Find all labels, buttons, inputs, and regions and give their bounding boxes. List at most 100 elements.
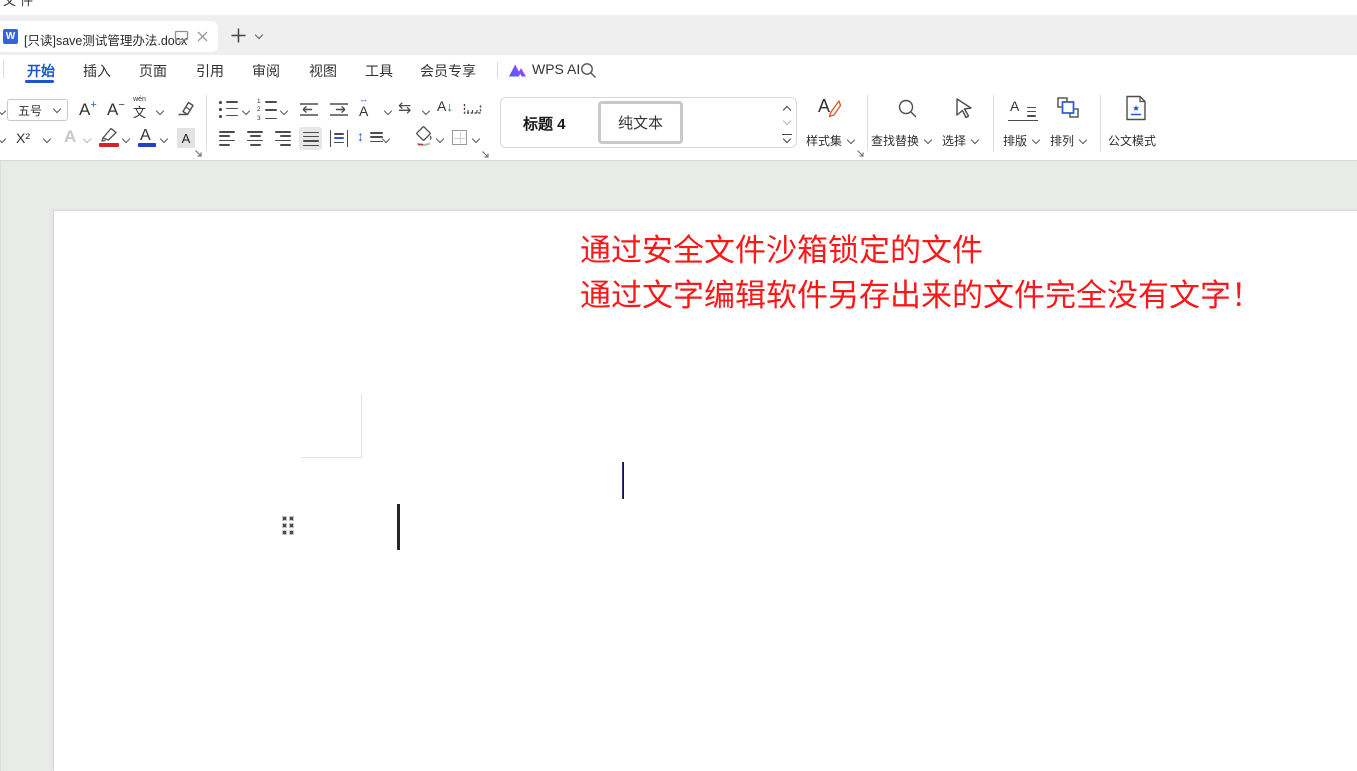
font-size-chevron-icon bbox=[53, 104, 61, 112]
menu-item-view[interactable]: 视图 bbox=[309, 61, 337, 81]
line-spacing-chevron-icon[interactable] bbox=[382, 135, 390, 143]
decrease-indent-icon[interactable] bbox=[299, 102, 319, 117]
menu-item-home[interactable]: 开始 bbox=[27, 61, 55, 81]
new-tab-icon[interactable] bbox=[231, 28, 246, 43]
paragraph-dialog-launcher-icon[interactable] bbox=[481, 150, 490, 159]
document-red-text: 通过安全文件沙箱锁定的文件 通过文字编辑软件另存出来的文件完全没有文字！ bbox=[580, 228, 1262, 318]
pinyin-guide-button[interactable]: wén 文 bbox=[133, 96, 146, 121]
style-plain-text-label: 纯文本 bbox=[618, 112, 663, 133]
line-spacing-button[interactable]: ↕ bbox=[357, 128, 364, 146]
bullet-list-button[interactable] bbox=[219, 101, 238, 118]
layout-icon[interactable]: A bbox=[1008, 98, 1038, 121]
grow-font-a: A bbox=[79, 100, 90, 119]
align-right-button[interactable] bbox=[275, 131, 291, 146]
table-corner-mark bbox=[301, 394, 362, 458]
highlight-color-bar bbox=[99, 143, 119, 147]
numbered-list-button[interactable]: 1 2 3 bbox=[257, 98, 277, 123]
superscript-button[interactable]: X² bbox=[16, 130, 30, 146]
decrease-font-button[interactable]: A− bbox=[107, 99, 125, 120]
font-dialog-launcher-icon[interactable] bbox=[194, 149, 203, 158]
gallery-scroll-down-icon[interactable] bbox=[783, 117, 791, 125]
highlight-pen-icon[interactable] bbox=[99, 126, 119, 142]
borders-button[interactable] bbox=[452, 130, 467, 145]
find-replace-button[interactable]: 查找替换 bbox=[871, 132, 931, 149]
increase-indent-icon[interactable] bbox=[329, 102, 349, 117]
pinyin-char: 文 bbox=[133, 102, 146, 121]
group-divider bbox=[206, 95, 207, 151]
official-doc-icon[interactable] bbox=[1125, 95, 1147, 121]
gallery-scroll-up-icon[interactable] bbox=[783, 106, 791, 114]
document-tab-bar: W [只读]save测试管理办法.docx bbox=[0, 15, 1357, 55]
style-set-icon[interactable]: A bbox=[818, 96, 830, 117]
style-set-button[interactable]: 样式集 bbox=[806, 132, 854, 149]
num-3: 3 bbox=[257, 115, 261, 123]
text-effects-button[interactable]: A bbox=[64, 127, 76, 147]
increase-font-button[interactable]: A+ bbox=[79, 99, 97, 120]
wps-ai-logo-icon bbox=[508, 62, 527, 78]
menu-item-tools[interactable]: 工具 bbox=[365, 61, 393, 81]
wps-ai-label[interactable]: WPS AI bbox=[532, 61, 580, 77]
wps-writer-icon: W bbox=[3, 29, 18, 44]
drag-handle-icon[interactable] bbox=[283, 517, 295, 537]
find-replace-label: 查找替换 bbox=[871, 134, 919, 148]
official-doc-button[interactable]: 公文模式 bbox=[1108, 132, 1156, 149]
char-border-button[interactable]: A bbox=[177, 128, 195, 148]
red-text-line-2: 通过文字编辑软件另存出来的文件完全没有文字！ bbox=[580, 273, 1262, 318]
search-icon[interactable] bbox=[580, 62, 597, 79]
document-page[interactable]: 通过安全文件沙箱锁定的文件 通过文字编辑软件另存出来的文件完全没有文字！ bbox=[53, 210, 1357, 771]
find-replace-icon[interactable] bbox=[897, 98, 918, 119]
sort-button[interactable]: A↓ bbox=[437, 98, 453, 116]
char-scale-chevron-icon[interactable] bbox=[384, 107, 392, 115]
clipped-dropdown-chevron-icon[interactable] bbox=[0, 135, 6, 143]
group-divider bbox=[1100, 95, 1101, 151]
menu-item-page[interactable]: 页面 bbox=[139, 61, 167, 81]
justify-button-active[interactable] bbox=[299, 127, 322, 150]
align-center-button[interactable] bbox=[247, 131, 263, 146]
line-spacing-arrow: ↕ bbox=[357, 128, 364, 144]
document-tab[interactable]: W [只读]save测试管理办法.docx bbox=[0, 21, 218, 52]
align-left-button[interactable] bbox=[219, 131, 235, 146]
bullet-list-chevron-icon[interactable] bbox=[242, 107, 250, 115]
shrink-font-minus: − bbox=[118, 99, 124, 111]
menu-item-insert[interactable]: 插入 bbox=[83, 61, 111, 81]
screen-share-icon[interactable] bbox=[174, 30, 189, 43]
window-top-strip: 文件 bbox=[0, 0, 1357, 15]
menu-item-review[interactable]: 审阅 bbox=[252, 61, 280, 81]
shading-chevron-icon[interactable] bbox=[436, 135, 444, 143]
menu-item-member[interactable]: 会员专享 bbox=[420, 61, 476, 81]
menu-left-divider bbox=[3, 60, 4, 78]
clear-format-eraser-icon[interactable] bbox=[176, 99, 195, 117]
arrange-button[interactable]: 排列 bbox=[1050, 132, 1086, 149]
superscript-chevron-icon[interactable] bbox=[43, 135, 51, 143]
arrange-icon[interactable] bbox=[1056, 96, 1081, 121]
gallery-more-chevron-icon[interactable] bbox=[783, 135, 791, 143]
style-heading4[interactable]: 标题 4 bbox=[523, 113, 566, 134]
tab-stops-icon[interactable] bbox=[463, 102, 482, 115]
menu-item-reference[interactable]: 引用 bbox=[196, 61, 224, 81]
wrap-text-button[interactable]: ⇆ bbox=[398, 98, 411, 118]
numbered-list-chevron-icon[interactable] bbox=[280, 107, 288, 115]
font-size-select[interactable]: 五号 bbox=[7, 99, 68, 121]
document-canvas: 通过安全文件沙箱锁定的文件 通过文字编辑软件另存出来的文件完全没有文字！ bbox=[0, 161, 1357, 771]
wrap-text-chevron-icon[interactable] bbox=[422, 107, 430, 115]
layout-button[interactable]: 排版 bbox=[1003, 132, 1039, 149]
close-tab-icon[interactable] bbox=[197, 31, 208, 42]
highlight-chevron-icon[interactable] bbox=[122, 135, 130, 143]
char-scale-button[interactable]: ↔ A bbox=[359, 95, 368, 119]
distribute-button[interactable] bbox=[330, 130, 348, 147]
select-button[interactable]: 选择 bbox=[942, 132, 978, 149]
styles-dialog-launcher-icon[interactable] bbox=[856, 149, 865, 158]
style-plain-text-selected[interactable]: 纯文本 bbox=[598, 101, 683, 144]
shading-icon[interactable] bbox=[413, 126, 435, 147]
tab-list-chevron-icon[interactable] bbox=[255, 31, 263, 39]
borders-chevron-icon[interactable] bbox=[472, 135, 480, 143]
select-cursor-icon[interactable] bbox=[953, 97, 975, 119]
font-color-chevron-icon[interactable] bbox=[160, 135, 168, 143]
pinyin-chevron-icon[interactable] bbox=[156, 107, 164, 115]
arrange-label: 排列 bbox=[1050, 134, 1074, 148]
group-divider bbox=[867, 95, 868, 151]
menu-bar: 开始 插入 页面 引用 审阅 视图 工具 会员专享 WPS AI bbox=[0, 55, 1357, 85]
clipped-dropdown-chevron-icon[interactable] bbox=[0, 107, 6, 115]
char-border-a: A bbox=[182, 131, 191, 146]
text-effects-chevron-icon[interactable] bbox=[83, 135, 91, 143]
